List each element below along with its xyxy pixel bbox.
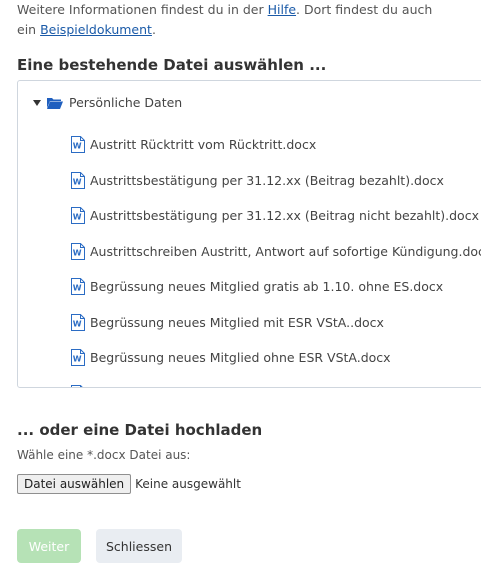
word-document-icon: W <box>71 313 85 331</box>
select-file-heading: Eine bestehende Datei auswählen ... <box>17 56 327 74</box>
file-name: Begrüssung neues Mitglied ohne ESR VStA.… <box>90 350 391 366</box>
word-document-icon: W <box>71 349 85 367</box>
intro-text-part: . Dort findest du auch <box>296 2 433 17</box>
file-name: Begrüssung neues Mitglied mit ESR VStA..… <box>90 314 384 330</box>
file-name: Austrittsbestätigung per 31.12.xx (Beitr… <box>90 208 479 224</box>
choose-file-button[interactable]: Datei auswählen <box>17 474 132 494</box>
word-document-icon: W <box>71 136 85 154</box>
file-name: Bestätigung für Krankenkasse, Versicheru… <box>90 386 401 387</box>
file-row[interactable]: W Begrüssung neues Mitglied mit ESR VStA.… <box>71 305 481 341</box>
no-file-selected-text: Keine ausgewählt <box>135 477 241 491</box>
upload-file-heading: ... oder eine Datei hochladen <box>17 421 263 439</box>
word-document-icon: W <box>71 207 85 225</box>
file-row[interactable]: W Begrüssung neues Mitglied ohne ESR VStA… <box>71 340 481 376</box>
folder-label: Persönliche Daten <box>69 95 183 110</box>
file-name: Begrüssung neues Mitglied gratis ab 1.10… <box>90 279 444 295</box>
file-list: W Austritt Rücktritt vom Rücktritt.docx W A… <box>71 127 481 387</box>
svg-text:W: W <box>73 142 82 151</box>
folder-row[interactable]: Persönliche Daten <box>33 95 182 110</box>
svg-text:W: W <box>73 177 82 186</box>
example-document-link[interactable]: Beispieldokument <box>40 22 152 37</box>
help-link[interactable]: Hilfe <box>268 2 296 17</box>
folder-open-icon <box>47 97 63 109</box>
file-row[interactable]: W Austrittsbestätigung per 31.12.xx (Beit… <box>71 163 481 199</box>
upload-hint: Wähle eine *.docx Datei aus: <box>17 448 191 462</box>
file-row[interactable]: W Austrittsbestätigung per 31.12.xx (Beit… <box>71 198 481 234</box>
svg-text:W: W <box>73 284 82 293</box>
intro-text: Weitere Informationen findest du in der … <box>17 0 467 40</box>
next-button[interactable]: Weiter <box>17 529 81 563</box>
file-row[interactable]: W Begrüssung neues Mitglied gratis ab 1.1… <box>71 269 481 305</box>
file-name: Austrittschreiben Austritt, Antwort auf … <box>90 243 481 259</box>
intro-text-part: . <box>151 22 156 37</box>
close-button[interactable]: Schliessen <box>96 529 182 563</box>
svg-text:W: W <box>73 248 82 257</box>
file-row[interactable]: W Austritt Rücktritt vom Rücktritt.docx <box>71 127 481 163</box>
word-document-icon: W <box>71 384 83 387</box>
file-name: Austrittsbestätigung per 31.12.xx (Beitr… <box>90 172 444 188</box>
file-input: Datei auswählen Keine ausgewählt <box>17 474 241 494</box>
svg-text:W: W <box>73 355 82 364</box>
word-document-icon: W <box>71 242 85 260</box>
intro-text-part: Weitere Informationen findest du in der <box>17 2 268 17</box>
file-name: Austritt Rücktritt vom Rücktritt.docx <box>90 137 317 153</box>
caret-down-icon[interactable] <box>33 99 41 106</box>
intro-text-part: ein <box>17 22 41 37</box>
svg-text:W: W <box>73 319 82 328</box>
file-tree[interactable]: Persönliche Daten W Austritt Rücktritt vo… <box>17 80 481 388</box>
svg-text:W: W <box>73 213 82 222</box>
word-document-icon: W <box>71 278 85 296</box>
word-document-icon: W <box>71 171 85 189</box>
file-row[interactable]: W Bestätigung für Krankenkasse, Versicher… <box>71 376 481 387</box>
file-row[interactable]: W Austrittschreiben Austritt, Antwort auf… <box>71 234 481 270</box>
